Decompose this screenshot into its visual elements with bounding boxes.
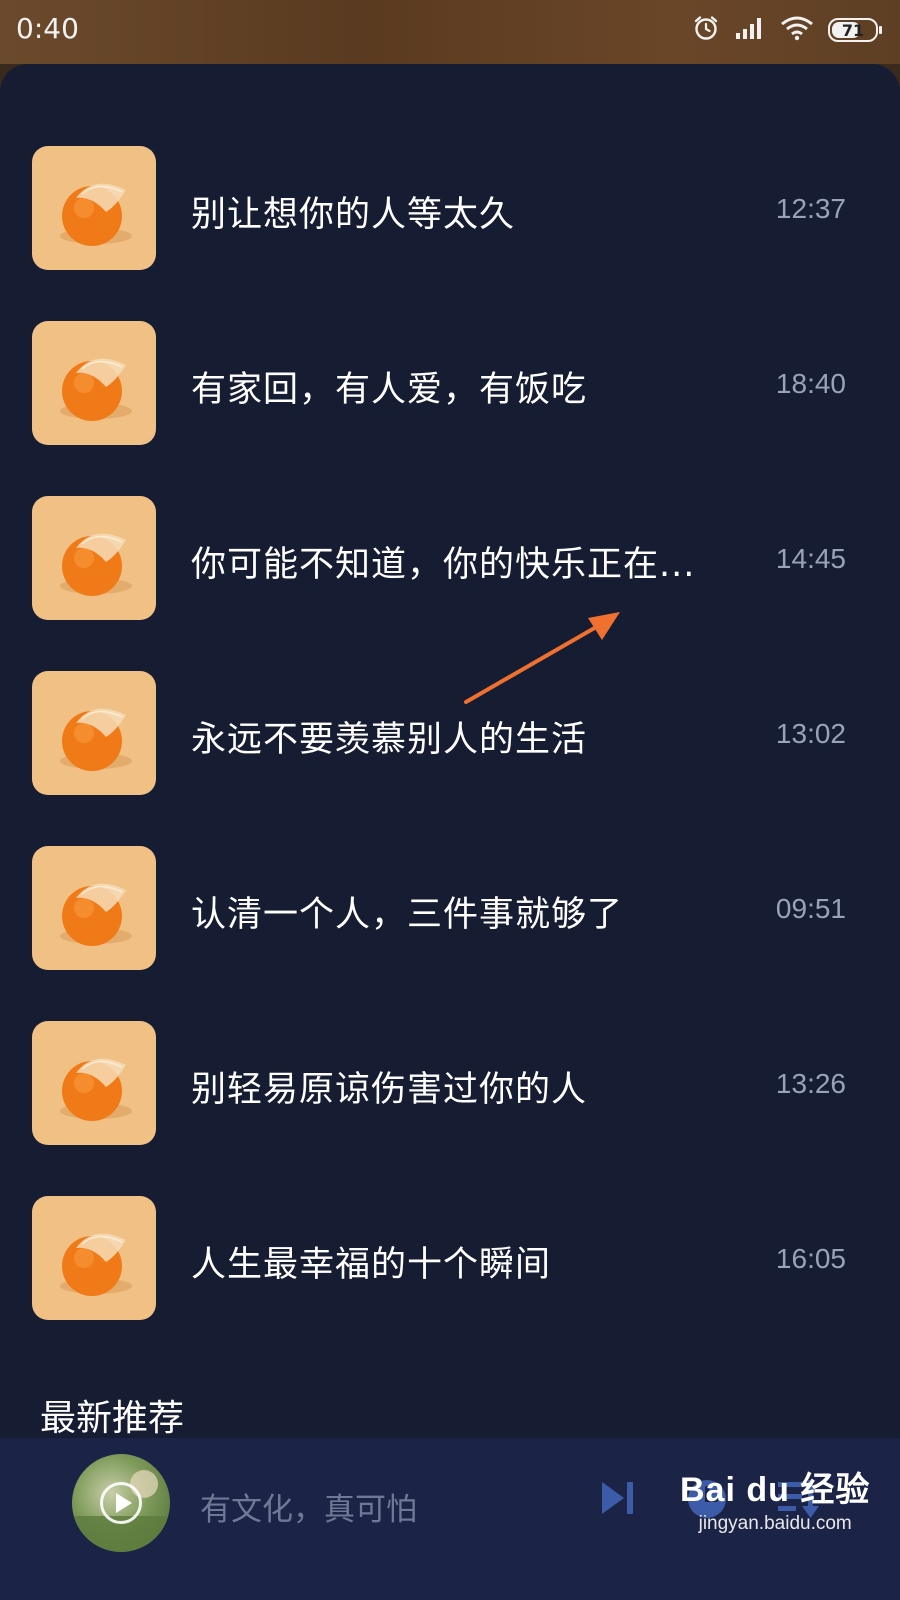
article-title[interactable]: 别让想你的人等太久 <box>191 186 731 237</box>
article-time: 09:51 <box>775 893 846 924</box>
article-thumbnail[interactable] <box>32 1196 156 1320</box>
article-time: 14:45 <box>775 543 846 574</box>
article-title[interactable]: 别轻易原谅伤害过你的人 <box>191 1061 731 1112</box>
signal-icon <box>734 15 766 45</box>
section-title-latest: 最新推荐 <box>40 1398 185 1439</box>
article-title[interactable]: 有家回，有人爱，有饭吃 <box>191 361 731 412</box>
article-time: 16:05 <box>775 1243 846 1274</box>
album-cover[interactable] <box>72 1454 170 1552</box>
article-row[interactable]: 别轻易原谅伤害过你的人 13:26 <box>0 1021 900 1196</box>
article-row[interactable]: 认清一个人，三件事就够了 09:51 <box>0 846 900 1021</box>
watermark-url: jingyan.baidu.com <box>698 1513 852 1534</box>
alarm-icon <box>692 14 720 46</box>
article-title[interactable]: 永远不要羡慕别人的生活 <box>191 711 731 762</box>
status-icons: 71 <box>692 14 882 46</box>
article-row[interactable]: 有家回，有人爱，有饭吃 18:40 <box>0 321 900 496</box>
article-time: 13:02 <box>775 718 846 749</box>
article-row[interactable]: 别让想你的人等太久 12:37 <box>0 146 900 321</box>
article-thumbnail[interactable] <box>32 321 156 445</box>
next-icon[interactable] <box>598 1478 638 1522</box>
article-thumbnail[interactable] <box>32 146 156 270</box>
article-thumbnail[interactable] <box>32 1021 156 1145</box>
content-sheet: 别让想你的人等太久 12:37 有家回，有人爱，有饭吃 18:40 你可能不知道，你的快… <box>0 64 900 1600</box>
article-time: 12:37 <box>775 193 846 224</box>
now-playing-title[interactable]: 有文化，真可怕 <box>200 1484 417 1529</box>
article-row[interactable]: 永远不要羡慕别人的生活 13:02 <box>0 671 900 846</box>
battery-icon: 71 <box>828 18 882 42</box>
status-time: 0:40 <box>16 12 79 45</box>
status-bar: 0:40 71 <box>0 0 900 64</box>
article-title[interactable]: 人生最幸福的十个瞬间 <box>191 1236 731 1287</box>
article-row[interactable]: 你可能不知道，你的快乐正在... 14:45 <box>0 496 900 671</box>
article-time: 18:40 <box>775 368 846 399</box>
article-thumbnail[interactable] <box>32 496 156 620</box>
baidu-watermark: Bai du 经验 jingyan.baidu.com <box>680 1462 870 1535</box>
watermark-logo: Bai du 经验 <box>680 1471 871 1509</box>
article-row[interactable]: 人生最幸福的十个瞬间 16:05 <box>0 1196 900 1371</box>
wifi-icon <box>780 15 814 45</box>
battery-level: 71 <box>841 20 865 40</box>
article-time: 13:26 <box>775 1068 846 1099</box>
article-thumbnail[interactable] <box>32 846 156 970</box>
article-title[interactable]: 你可能不知道，你的快乐正在... <box>191 536 731 587</box>
article-list: 别让想你的人等太久 12:37 有家回，有人爱，有饭吃 18:40 你可能不知道，你的快… <box>0 146 900 1371</box>
article-thumbnail[interactable] <box>32 671 156 795</box>
article-title[interactable]: 认清一个人，三件事就够了 <box>191 886 731 937</box>
